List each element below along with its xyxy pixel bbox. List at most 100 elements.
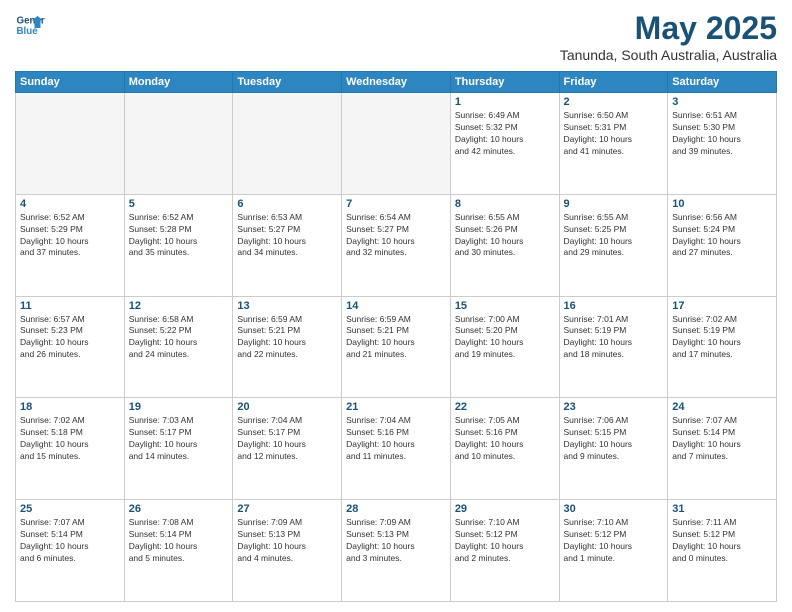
main-title: May 2025 bbox=[560, 10, 777, 47]
header-friday: Friday bbox=[559, 72, 668, 93]
day-info: Sunrise: 6:55 AM Sunset: 5:26 PM Dayligh… bbox=[455, 212, 555, 260]
header-saturday: Saturday bbox=[668, 72, 777, 93]
day-cell-1-4: 8 Sunrise: 6:55 AM Sunset: 5:26 PM Daylig… bbox=[450, 194, 559, 296]
week-row-1: 1Sunrise: 6:49 AM Sunset: 5:32 PM Daylig… bbox=[16, 93, 777, 195]
header-wednesday: Wednesday bbox=[342, 72, 451, 93]
day-cell-0-5: 2 Sunrise: 6:50 AM Sunset: 5:31 PM Daylig… bbox=[559, 93, 668, 195]
day-info: Sunrise: 6:55 AM Sunset: 5:25 PM Dayligh… bbox=[564, 212, 664, 260]
day-number: 2 bbox=[564, 96, 664, 108]
day-cell-2-5: 16 Sunrise: 7:01 AM Sunset: 5:19 PM Dayli… bbox=[559, 296, 668, 398]
day-number: 29 bbox=[455, 503, 555, 515]
page: General Blue May 2025 Tanunda, South Aus… bbox=[0, 0, 792, 612]
day-cell-2-0: 11 Sunrise: 6:57 AM Sunset: 5:23 PM Dayli… bbox=[16, 296, 125, 398]
day-cell-0-6: 3 Sunrise: 6:51 AM Sunset: 5:30 PM Daylig… bbox=[668, 93, 777, 195]
day-number: 24 bbox=[672, 401, 772, 413]
day-cell-0-2 bbox=[233, 93, 342, 195]
day-number: 11 bbox=[20, 300, 120, 312]
day-number: 17 bbox=[672, 300, 772, 312]
logo-icon: General Blue bbox=[15, 10, 45, 40]
day-info: Sunrise: 7:10 AM Sunset: 5:12 PM Dayligh… bbox=[455, 517, 555, 565]
day-cell-4-0: 25 Sunrise: 7:07 AM Sunset: 5:14 PM Dayli… bbox=[16, 500, 125, 602]
day-info: Sunrise: 7:03 AM Sunset: 5:17 PM Dayligh… bbox=[129, 415, 229, 463]
day-info: Sunrise: 6:59 AM Sunset: 5:21 PM Dayligh… bbox=[237, 314, 337, 362]
day-info: Sunrise: 7:09 AM Sunset: 5:13 PM Dayligh… bbox=[237, 517, 337, 565]
day-cell-3-5: 23Sunrise: 7:06 AM Sunset: 5:15 PM Dayli… bbox=[559, 398, 668, 500]
header-thursday: Thursday bbox=[450, 72, 559, 93]
day-cell-4-5: 30 Sunrise: 7:10 AM Sunset: 5:12 PM Dayli… bbox=[559, 500, 668, 602]
day-cell-4-3: 28 Sunrise: 7:09 AM Sunset: 5:13 PM Dayli… bbox=[342, 500, 451, 602]
header-sunday: Sunday bbox=[16, 72, 125, 93]
day-info: Sunrise: 6:51 AM Sunset: 5:30 PM Dayligh… bbox=[672, 110, 772, 158]
day-number: 13 bbox=[237, 300, 337, 312]
day-info: Sunrise: 7:04 AM Sunset: 5:17 PM Dayligh… bbox=[237, 415, 337, 463]
day-cell-2-2: 13 Sunrise: 6:59 AM Sunset: 5:21 PM Dayli… bbox=[233, 296, 342, 398]
day-cell-1-5: 9 Sunrise: 6:55 AM Sunset: 5:25 PM Daylig… bbox=[559, 194, 668, 296]
day-number: 4 bbox=[20, 198, 120, 210]
sub-title: Tanunda, South Australia, Australia bbox=[560, 47, 777, 63]
weekday-header-row: Sunday Monday Tuesday Wednesday Thursday… bbox=[16, 72, 777, 93]
day-number: 15 bbox=[455, 300, 555, 312]
day-info: Sunrise: 7:09 AM Sunset: 5:13 PM Dayligh… bbox=[346, 517, 446, 565]
day-info: Sunrise: 6:59 AM Sunset: 5:21 PM Dayligh… bbox=[346, 314, 446, 362]
day-number: 30 bbox=[564, 503, 664, 515]
header-tuesday: Tuesday bbox=[233, 72, 342, 93]
day-number: 22 bbox=[455, 401, 555, 413]
day-number: 3 bbox=[672, 96, 772, 108]
day-number: 27 bbox=[237, 503, 337, 515]
header-monday: Monday bbox=[124, 72, 233, 93]
day-cell-1-2: 6Sunrise: 6:53 AM Sunset: 5:27 PM Daylig… bbox=[233, 194, 342, 296]
title-block: May 2025 Tanunda, South Australia, Austr… bbox=[560, 10, 777, 63]
day-number: 9 bbox=[564, 198, 664, 210]
day-info: Sunrise: 6:57 AM Sunset: 5:23 PM Dayligh… bbox=[20, 314, 120, 362]
day-info: Sunrise: 6:50 AM Sunset: 5:31 PM Dayligh… bbox=[564, 110, 664, 158]
day-cell-2-1: 12Sunrise: 6:58 AM Sunset: 5:22 PM Dayli… bbox=[124, 296, 233, 398]
day-number: 5 bbox=[129, 198, 229, 210]
day-cell-3-3: 21Sunrise: 7:04 AM Sunset: 5:16 PM Dayli… bbox=[342, 398, 451, 500]
header: General Blue May 2025 Tanunda, South Aus… bbox=[15, 10, 777, 63]
day-number: 19 bbox=[129, 401, 229, 413]
week-row-5: 25 Sunrise: 7:07 AM Sunset: 5:14 PM Dayli… bbox=[16, 500, 777, 602]
day-cell-1-0: 4 Sunrise: 6:52 AM Sunset: 5:29 PM Daylig… bbox=[16, 194, 125, 296]
day-info: Sunrise: 7:02 AM Sunset: 5:18 PM Dayligh… bbox=[20, 415, 120, 463]
day-info: Sunrise: 6:58 AM Sunset: 5:22 PM Dayligh… bbox=[129, 314, 229, 362]
day-cell-0-1 bbox=[124, 93, 233, 195]
day-cell-1-6: 10Sunrise: 6:56 AM Sunset: 5:24 PM Dayli… bbox=[668, 194, 777, 296]
day-cell-3-1: 19 Sunrise: 7:03 AM Sunset: 5:17 PM Dayli… bbox=[124, 398, 233, 500]
day-info: Sunrise: 6:52 AM Sunset: 5:28 PM Dayligh… bbox=[129, 212, 229, 260]
day-info: Sunrise: 6:56 AM Sunset: 5:24 PM Dayligh… bbox=[672, 212, 772, 260]
logo: General Blue bbox=[15, 10, 45, 40]
day-number: 16 bbox=[564, 300, 664, 312]
day-number: 25 bbox=[20, 503, 120, 515]
day-number: 28 bbox=[346, 503, 446, 515]
day-info: Sunrise: 7:10 AM Sunset: 5:12 PM Dayligh… bbox=[564, 517, 664, 565]
day-number: 31 bbox=[672, 503, 772, 515]
day-cell-0-3 bbox=[342, 93, 451, 195]
day-info: Sunrise: 7:05 AM Sunset: 5:16 PM Dayligh… bbox=[455, 415, 555, 463]
day-number: 26 bbox=[129, 503, 229, 515]
day-info: Sunrise: 7:00 AM Sunset: 5:20 PM Dayligh… bbox=[455, 314, 555, 362]
day-number: 8 bbox=[455, 198, 555, 210]
week-row-4: 18Sunrise: 7:02 AM Sunset: 5:18 PM Dayli… bbox=[16, 398, 777, 500]
day-cell-3-4: 22 Sunrise: 7:05 AM Sunset: 5:16 PM Dayli… bbox=[450, 398, 559, 500]
day-cell-2-3: 14Sunrise: 6:59 AM Sunset: 5:21 PM Dayli… bbox=[342, 296, 451, 398]
day-info: Sunrise: 7:07 AM Sunset: 5:14 PM Dayligh… bbox=[672, 415, 772, 463]
day-info: Sunrise: 6:52 AM Sunset: 5:29 PM Dayligh… bbox=[20, 212, 120, 260]
day-number: 20 bbox=[237, 401, 337, 413]
svg-text:General: General bbox=[17, 16, 46, 27]
day-number: 21 bbox=[346, 401, 446, 413]
day-cell-1-1: 5 Sunrise: 6:52 AM Sunset: 5:28 PM Daylig… bbox=[124, 194, 233, 296]
day-cell-3-0: 18Sunrise: 7:02 AM Sunset: 5:18 PM Dayli… bbox=[16, 398, 125, 500]
day-info: Sunrise: 7:07 AM Sunset: 5:14 PM Dayligh… bbox=[20, 517, 120, 565]
day-cell-3-6: 24 Sunrise: 7:07 AM Sunset: 5:14 PM Dayli… bbox=[668, 398, 777, 500]
day-cell-1-3: 7Sunrise: 6:54 AM Sunset: 5:27 PM Daylig… bbox=[342, 194, 451, 296]
week-row-3: 11 Sunrise: 6:57 AM Sunset: 5:23 PM Dayli… bbox=[16, 296, 777, 398]
day-info: Sunrise: 7:02 AM Sunset: 5:19 PM Dayligh… bbox=[672, 314, 772, 362]
day-cell-4-6: 31 Sunrise: 7:11 AM Sunset: 5:12 PM Dayli… bbox=[668, 500, 777, 602]
day-info: Sunrise: 6:49 AM Sunset: 5:32 PM Dayligh… bbox=[455, 110, 555, 158]
day-cell-0-4: 1Sunrise: 6:49 AM Sunset: 5:32 PM Daylig… bbox=[450, 93, 559, 195]
day-cell-2-6: 17 Sunrise: 7:02 AM Sunset: 5:19 PM Dayli… bbox=[668, 296, 777, 398]
day-info: Sunrise: 7:01 AM Sunset: 5:19 PM Dayligh… bbox=[564, 314, 664, 362]
day-info: Sunrise: 7:11 AM Sunset: 5:12 PM Dayligh… bbox=[672, 517, 772, 565]
day-info: Sunrise: 7:06 AM Sunset: 5:15 PM Dayligh… bbox=[564, 415, 664, 463]
week-row-2: 4 Sunrise: 6:52 AM Sunset: 5:29 PM Daylig… bbox=[16, 194, 777, 296]
